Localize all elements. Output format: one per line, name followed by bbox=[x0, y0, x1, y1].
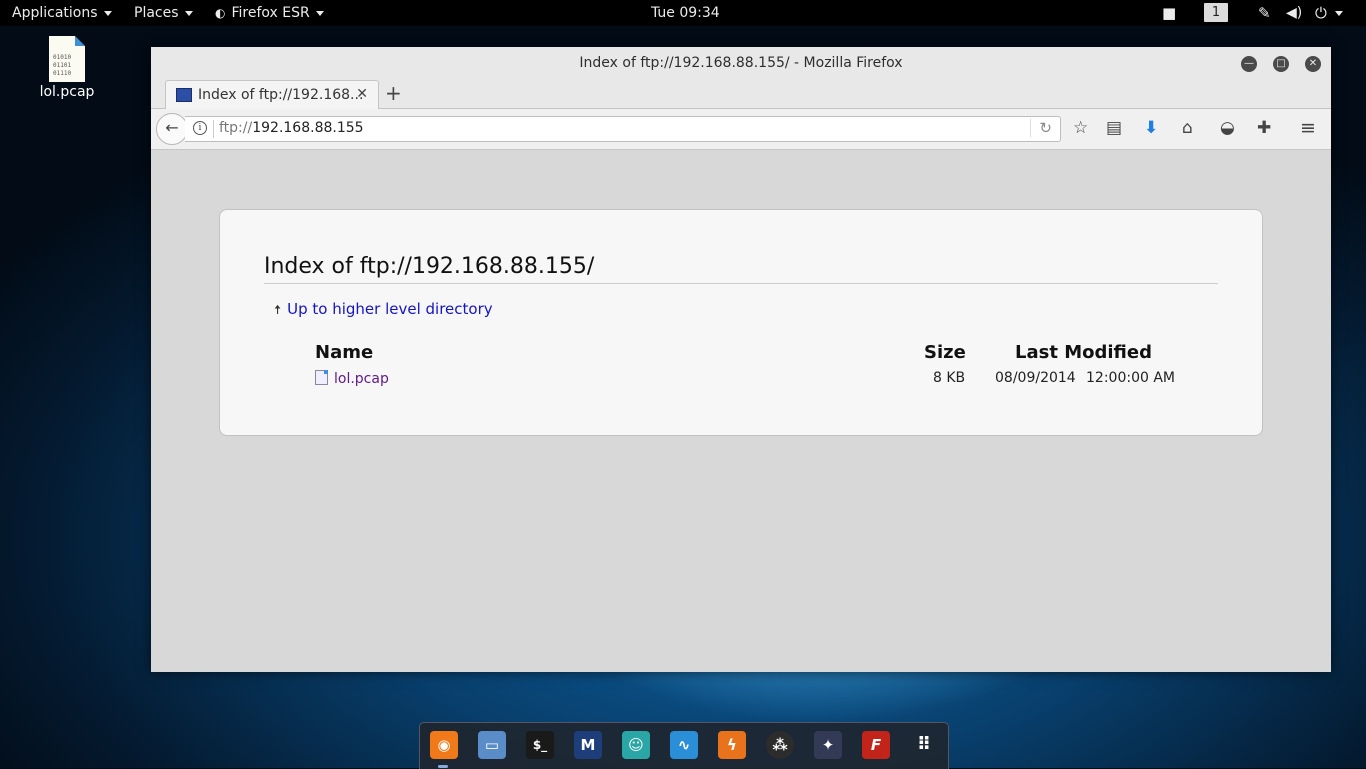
tab-strip: Index of ftp://192.168... ✕ + bbox=[151, 79, 1331, 109]
navigation-toolbar: ← i ftp://192.168.88.155 ↻ ☆ ▤ ⬇ ⌂ ◒ ✚ ≡ bbox=[151, 109, 1331, 150]
download-icon[interactable]: ⬇ bbox=[1144, 119, 1158, 137]
url-bar[interactable]: i ftp://192.168.88.155 ↻ bbox=[185, 116, 1061, 142]
pen-icon[interactable]: ✎ bbox=[1258, 0, 1271, 26]
pocket-icon[interactable]: ◒ bbox=[1220, 119, 1235, 137]
minimize-button[interactable]: — bbox=[1241, 56, 1257, 72]
maltego-icon[interactable]: ⁂ bbox=[766, 731, 794, 759]
top-panel: Applications Places ◐ Firefox ESR Tue 09:… bbox=[0, 0, 1366, 26]
file-row-time: 12:00:00 AM bbox=[1086, 370, 1175, 386]
page-heading: Index of ftp://192.168.88.155/ bbox=[264, 254, 1218, 284]
column-header-modified[interactable]: Last Modified bbox=[1015, 342, 1152, 363]
url-separator bbox=[213, 120, 214, 138]
firefox-app-menu[interactable]: ◐ Firefox ESR bbox=[215, 0, 324, 26]
volume-icon[interactable]: ◀) bbox=[1286, 0, 1302, 26]
firefox-window: Index of ftp://192.168.88.155/ - Mozilla… bbox=[151, 47, 1331, 672]
clock[interactable]: Tue 09:34 bbox=[651, 0, 720, 26]
places-label: Places bbox=[134, 5, 179, 21]
url-host: 192.168.88.155 bbox=[252, 120, 364, 136]
workspace-indicator[interactable]: 1 bbox=[1204, 3, 1228, 22]
show-apps-icon[interactable]: ⠿ bbox=[910, 731, 938, 759]
firefox-icon[interactable]: ◉ bbox=[430, 731, 458, 759]
faraday-icon[interactable]: F bbox=[862, 731, 890, 759]
file-row-date: 08/09/2014 bbox=[995, 370, 1076, 386]
url-text: ftp://192.168.88.155 bbox=[219, 120, 364, 136]
applications-menu[interactable]: Applications bbox=[12, 0, 112, 26]
bookmarks-list-icon[interactable]: ▤ bbox=[1106, 119, 1122, 137]
beef-icon[interactable]: ✦ bbox=[814, 731, 842, 759]
tab-close-icon[interactable]: ✕ bbox=[356, 86, 368, 102]
chevron-down-icon bbox=[315, 10, 324, 16]
url-scheme: ftp:// bbox=[219, 120, 253, 136]
up-link-label: Up to higher level directory bbox=[287, 300, 493, 318]
files-icon[interactable]: ▭ bbox=[478, 731, 506, 759]
terminal-icon[interactable]: $_ bbox=[526, 731, 554, 759]
chevron-down-icon bbox=[184, 10, 193, 16]
reload-icon[interactable]: ↻ bbox=[1030, 119, 1052, 137]
applications-label: Applications bbox=[12, 5, 98, 21]
file-glyph-line: 01110 bbox=[53, 70, 72, 77]
window-titlebar[interactable]: Index of ftp://192.168.88.155/ - Mozilla… bbox=[151, 47, 1331, 79]
new-tab-button[interactable]: + bbox=[385, 81, 402, 105]
window-title: Index of ftp://192.168.88.155/ - Mozilla… bbox=[579, 55, 903, 71]
bookmark-star-icon[interactable]: ☆ bbox=[1073, 119, 1088, 137]
info-icon[interactable]: i bbox=[193, 121, 207, 135]
back-button[interactable]: ← bbox=[156, 113, 188, 145]
desktop-file-label: lol.pcap bbox=[39, 84, 95, 100]
video-camera-icon[interactable]: ■ bbox=[1162, 0, 1176, 26]
chevron-down-icon bbox=[1334, 11, 1343, 16]
hamburger-menu-icon[interactable]: ≡ bbox=[1300, 119, 1316, 138]
tab-index-ftp[interactable]: Index of ftp://192.168... ✕ bbox=[165, 80, 379, 109]
file-row-name[interactable]: lol.pcap bbox=[315, 370, 389, 387]
monitor-icon bbox=[176, 88, 192, 102]
file-glyph-line: 01010 bbox=[53, 54, 72, 61]
armitage-icon[interactable]: ☺ bbox=[622, 731, 650, 759]
power-icon[interactable]: ⏻ bbox=[1315, 0, 1343, 26]
tab-label: Index of ftp://192.168... bbox=[198, 87, 364, 103]
firefox-small-icon: ◐ bbox=[215, 6, 226, 20]
chevron-down-icon bbox=[103, 10, 112, 16]
wireshark-icon[interactable]: ϟ bbox=[718, 731, 746, 759]
firefox-menu-label: Firefox ESR bbox=[231, 5, 310, 21]
pcap-file-icon bbox=[315, 370, 328, 385]
dock: ◉ ▭ $_ M ☺ ∿ ϟ ⁂ ✦ F ⠿ bbox=[419, 722, 949, 769]
up-arrow-icon: 🠅 bbox=[274, 303, 282, 318]
maximize-button[interactable]: □ bbox=[1273, 56, 1289, 72]
desktop-file-lol-pcap[interactable]: 01010 01101 01110 lol.pcap bbox=[32, 36, 102, 100]
addons-puzzle-icon[interactable]: ✚ bbox=[1257, 119, 1271, 137]
page-content: Index of ftp://192.168.88.155/ 🠅 Up to hi… bbox=[151, 150, 1331, 672]
column-header-size[interactable]: Size bbox=[924, 342, 966, 363]
burpsuite-icon[interactable]: ∿ bbox=[670, 731, 698, 759]
file-glyph-line: 01101 bbox=[53, 62, 72, 69]
places-menu[interactable]: Places bbox=[134, 0, 193, 26]
pcap-file-icon: 01010 01101 01110 bbox=[49, 36, 85, 82]
home-icon[interactable]: ⌂ bbox=[1182, 119, 1193, 137]
close-button[interactable]: ✕ bbox=[1305, 56, 1321, 72]
file-row-size: 8 KB bbox=[933, 370, 966, 386]
directory-listing-card: Index of ftp://192.168.88.155/ 🠅 Up to hi… bbox=[219, 209, 1263, 436]
up-directory-link[interactable]: 🠅 Up to higher level directory bbox=[274, 300, 493, 323]
metasploit-icon[interactable]: M bbox=[574, 731, 602, 759]
file-link[interactable]: lol.pcap bbox=[334, 371, 389, 387]
column-header-name[interactable]: Name bbox=[315, 342, 373, 363]
